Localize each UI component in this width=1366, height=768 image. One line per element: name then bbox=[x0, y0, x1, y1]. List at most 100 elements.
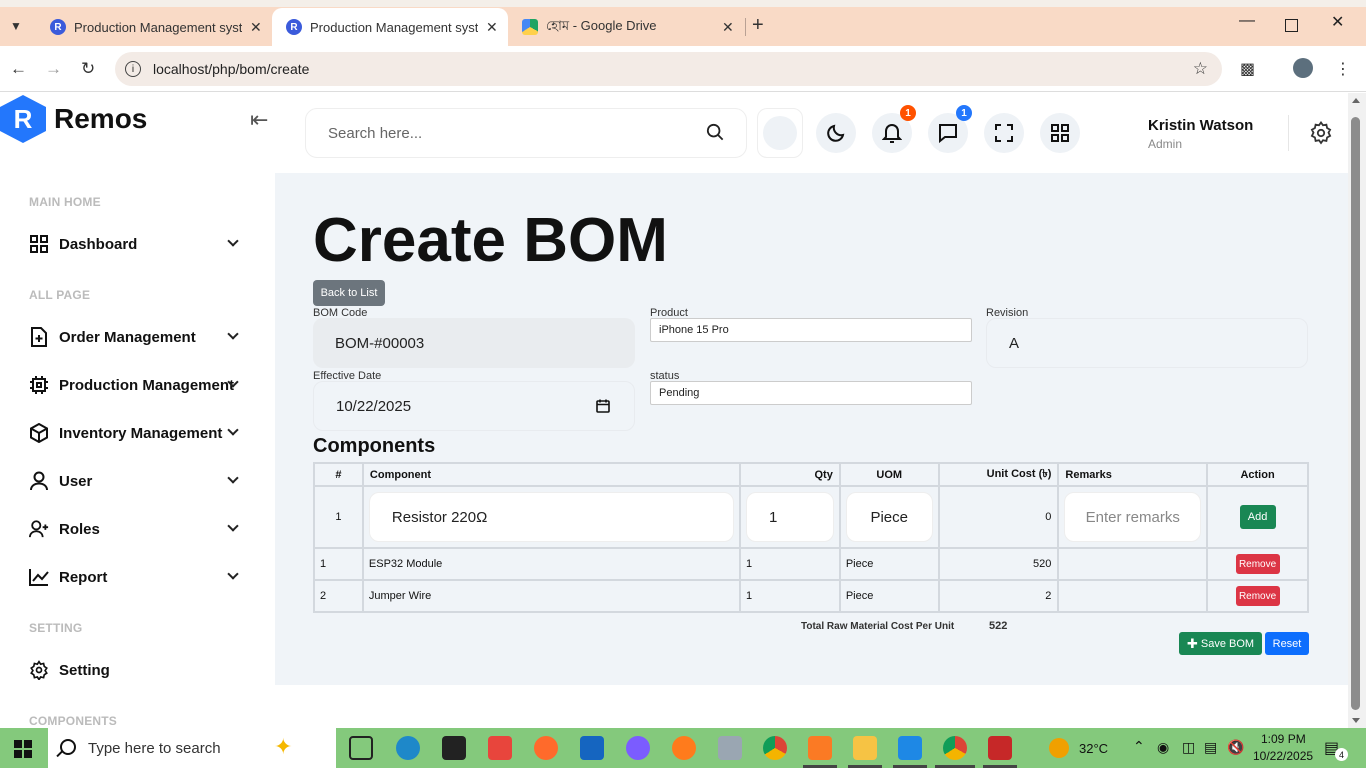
uom-input[interactable]: Piece bbox=[845, 492, 933, 542]
flag-icon bbox=[763, 116, 797, 150]
file-explorer-icon[interactable] bbox=[853, 736, 877, 760]
back-to-list-button[interactable]: Back to List bbox=[313, 280, 385, 306]
tray-chevron-up-icon[interactable]: ⌃ bbox=[1133, 738, 1145, 755]
sidebar-item-order-management[interactable]: Order Management bbox=[29, 324, 243, 350]
status-select[interactable]: Pending bbox=[650, 381, 972, 405]
windows-start-icon[interactable] bbox=[14, 740, 32, 758]
pen-app-icon[interactable] bbox=[534, 736, 558, 760]
sidebar-item-user[interactable]: User bbox=[29, 468, 243, 494]
sidebar-item-label: User bbox=[59, 472, 93, 490]
fullscreen-button[interactable] bbox=[984, 113, 1024, 153]
settings-gear-icon[interactable] bbox=[1309, 121, 1333, 145]
tab-search-dropdown-icon[interactable]: ▼ bbox=[4, 14, 28, 38]
qty-input[interactable]: 1 bbox=[746, 492, 834, 542]
add-component-button[interactable]: Add bbox=[1239, 505, 1276, 529]
image-viewer-icon[interactable] bbox=[718, 736, 742, 760]
calendar-icon[interactable] bbox=[596, 399, 610, 413]
user-name[interactable]: Kristin Watson bbox=[1148, 117, 1253, 134]
weather-sun-icon[interactable] bbox=[1049, 738, 1069, 758]
h-app-icon[interactable] bbox=[442, 736, 466, 760]
scroll-up-icon[interactable] bbox=[1352, 98, 1360, 103]
fullscreen-icon bbox=[995, 124, 1013, 142]
search-input[interactable]: Search here... bbox=[305, 108, 747, 158]
tab-close-icon[interactable]: ✕ bbox=[722, 19, 734, 36]
extensions-icon[interactable]: ▩ bbox=[1240, 59, 1255, 79]
network-icon[interactable]: ▤ bbox=[1204, 739, 1217, 756]
chrome-icon[interactable] bbox=[763, 736, 787, 760]
tab-close-icon[interactable]: ✕ bbox=[250, 19, 262, 36]
filezilla-icon[interactable] bbox=[988, 736, 1012, 760]
sidebar-item-roles[interactable]: Roles bbox=[29, 516, 243, 542]
volume-muted-icon[interactable]: 🔇 bbox=[1227, 739, 1244, 756]
clock-date[interactable]: 10/22/2025 bbox=[1253, 749, 1313, 763]
reset-button[interactable]: Reset bbox=[1265, 632, 1309, 655]
forward-arrow-icon[interactable]: → bbox=[45, 59, 62, 79]
page-scrollbar[interactable] bbox=[1348, 93, 1366, 728]
taskbar-search-input[interactable]: Type here to search ✦ bbox=[48, 728, 336, 768]
bom-code-field: BOM-#00003 bbox=[313, 318, 635, 368]
revision-field[interactable]: A bbox=[986, 318, 1308, 368]
bookmark-star-icon[interactable]: ☆ bbox=[1193, 59, 1208, 79]
dark-mode-button[interactable] bbox=[816, 113, 856, 153]
scroll-down-icon[interactable] bbox=[1352, 718, 1360, 723]
remove-row-button[interactable]: Remove bbox=[1235, 586, 1280, 606]
language-button[interactable] bbox=[757, 108, 803, 158]
remove-row-button[interactable]: Remove bbox=[1235, 554, 1280, 574]
row-qty: 1 bbox=[739, 579, 841, 613]
col-remarks-header: Remarks bbox=[1057, 462, 1209, 487]
site-info-icon[interactable]: i bbox=[125, 61, 141, 77]
new-tab-icon[interactable]: + bbox=[752, 14, 764, 37]
search-icon[interactable] bbox=[706, 123, 724, 141]
apps-button[interactable] bbox=[1040, 113, 1080, 153]
section-label-all-page: ALL PAGE bbox=[29, 288, 91, 302]
vscode-icon[interactable] bbox=[898, 736, 922, 760]
window-close-icon[interactable]: ✕ bbox=[1331, 12, 1344, 32]
back-arrow-icon[interactable]: ← bbox=[10, 59, 27, 79]
product-select[interactable]: iPhone 15 Pro bbox=[650, 318, 972, 342]
remarks-input[interactable]: Enter remarks bbox=[1064, 492, 1202, 542]
tab-close-icon[interactable]: ✕ bbox=[486, 19, 498, 36]
browser-tab[interactable]: R Production Management system ✕ bbox=[36, 8, 272, 46]
file-plus-icon bbox=[29, 327, 49, 347]
reload-icon[interactable]: ↻ bbox=[81, 59, 95, 79]
copilot-icon[interactable] bbox=[626, 736, 650, 760]
chrome-profile-icon[interactable] bbox=[943, 736, 967, 760]
xampp-icon[interactable] bbox=[808, 736, 832, 760]
anydesk-icon[interactable] bbox=[488, 736, 512, 760]
sidebar-collapse-icon[interactable]: ⇤ bbox=[250, 107, 268, 133]
tray-device-icon[interactable]: ◫ bbox=[1182, 739, 1195, 756]
store-icon[interactable] bbox=[580, 736, 604, 760]
sidebar-item-production-management[interactable]: Production Management bbox=[29, 372, 243, 398]
input-row-num: 1 bbox=[313, 485, 364, 549]
tray-record-icon[interactable]: ◉ bbox=[1157, 739, 1169, 756]
edge-icon[interactable] bbox=[396, 736, 420, 760]
component-select[interactable]: Resistor 220Ω bbox=[368, 492, 734, 542]
brand[interactable]: R Remos bbox=[0, 95, 147, 143]
clock-time[interactable]: 1:09 PM bbox=[1261, 732, 1306, 746]
browser-menu-icon[interactable]: ⋮ bbox=[1335, 59, 1351, 79]
unit-cost-input-cell[interactable]: 0 bbox=[937, 485, 1060, 549]
sidebar-item-report[interactable]: Report bbox=[29, 564, 243, 590]
maximize-icon[interactable] bbox=[1285, 19, 1298, 32]
save-bom-button[interactable]: ✚ Save BOM bbox=[1179, 632, 1262, 655]
minimize-icon[interactable]: — bbox=[1239, 12, 1255, 30]
col-action-header: Action bbox=[1206, 462, 1309, 487]
notifications-button[interactable]: 1 bbox=[872, 105, 916, 153]
address-bar[interactable]: i localhost/php/bom/create ☆ bbox=[115, 52, 1222, 86]
component-select-value: Resistor 220Ω bbox=[391, 508, 488, 526]
profile-avatar[interactable] bbox=[1293, 58, 1313, 78]
component-input-cell: Resistor 220Ω bbox=[361, 485, 742, 549]
browser-tab[interactable]: হোম - Google Drive ✕ bbox=[508, 8, 744, 46]
browser-tab-active[interactable]: R Production Management system ✕ bbox=[272, 8, 508, 46]
messages-button[interactable]: 1 bbox=[928, 105, 972, 153]
sidebar-item-inventory-management[interactable]: Inventory Management bbox=[29, 420, 243, 446]
row-unit-cost: 2 bbox=[937, 579, 1060, 613]
firefox-icon[interactable] bbox=[672, 736, 696, 760]
sidebar-item-dashboard[interactable]: Dashboard bbox=[29, 231, 243, 257]
sidebar-item-setting[interactable]: Setting bbox=[29, 657, 243, 683]
scrollbar-thumb[interactable] bbox=[1351, 117, 1360, 710]
task-view-icon[interactable] bbox=[349, 736, 373, 760]
effective-date-field[interactable]: 10/22/2025 bbox=[313, 381, 635, 431]
dashboard-grid-icon bbox=[29, 234, 49, 254]
weather-temp[interactable]: 32°C bbox=[1079, 741, 1108, 756]
